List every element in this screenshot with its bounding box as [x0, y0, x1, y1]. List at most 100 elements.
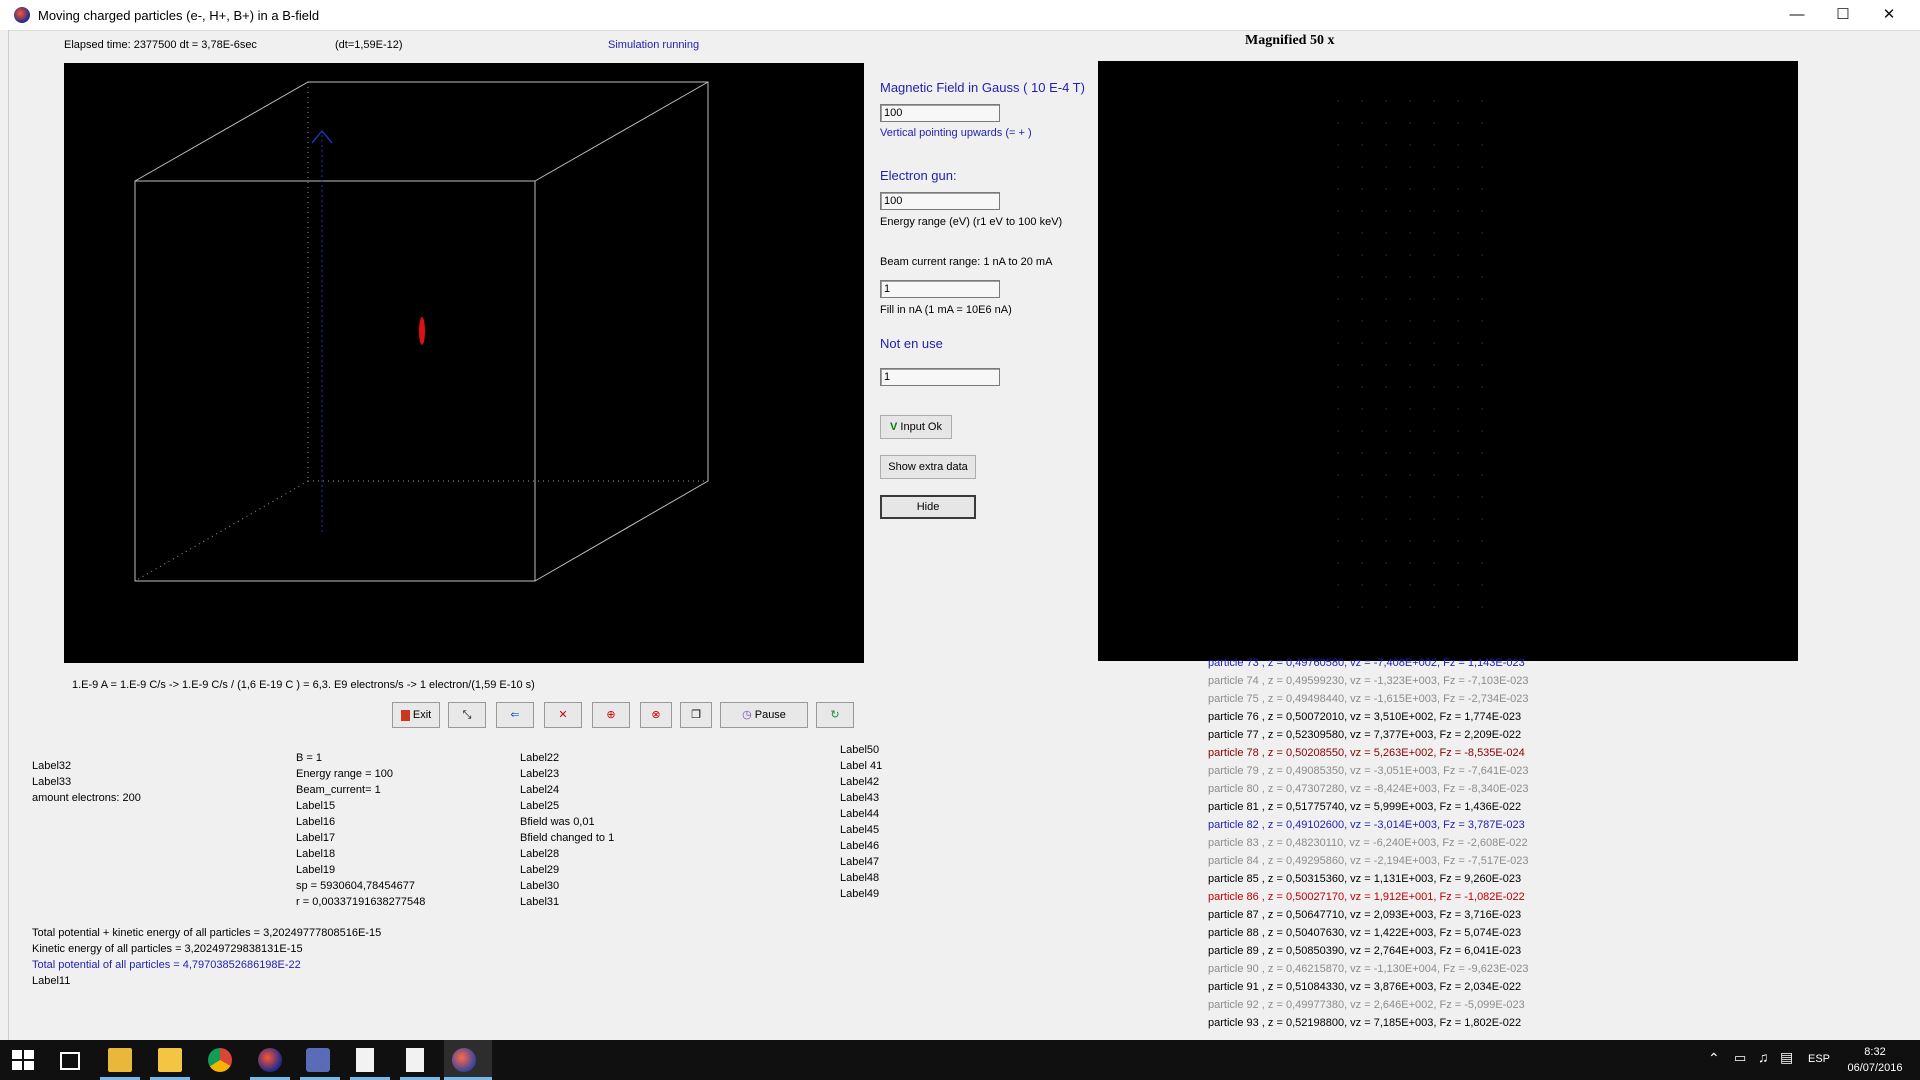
not-in-use-label: Not en use — [880, 336, 943, 351]
energy-input[interactable] — [880, 192, 1000, 210]
language-indicator[interactable]: ESP — [1808, 1053, 1830, 1065]
add-particles-button[interactable]: ⊕ — [592, 702, 630, 728]
electron-gun-label: Electron gun: — [880, 168, 957, 183]
copy-button[interactable]: ❐ — [680, 702, 712, 728]
simulation-3d-view — [64, 63, 864, 663]
input-ok-label: Input Ok — [900, 421, 942, 433]
info-item: Label48 — [840, 872, 880, 884]
chevron-up-icon[interactable]: ⌃ — [1708, 1050, 1720, 1067]
particle-row: particle 76 , z = 0,50072010, vz = 3,510… — [1208, 711, 1522, 723]
check-icon: V — [890, 421, 898, 433]
file-explorer-icon[interactable] — [108, 1048, 132, 1072]
info-item: Label28 — [520, 848, 560, 860]
task-view-icon[interactable] — [60, 1052, 80, 1070]
pause-label: Pause — [754, 709, 786, 721]
delphi-icon[interactable] — [258, 1048, 282, 1072]
magnified-view — [1098, 61, 1798, 661]
bfield-label: Magnetic Field in Gauss ( 10 E-4 T) — [880, 80, 1085, 95]
document-icon[interactable] — [406, 1048, 424, 1072]
info-column-3: Label22 Label23 Label24 Label25 Bfield w… — [520, 750, 614, 910]
info-item: Label22 — [520, 752, 560, 764]
info-item: Label23 — [520, 768, 560, 780]
bfield-note: Vertical pointing upwards (= + ) — [880, 127, 1032, 139]
info-item: Label43 — [840, 792, 880, 804]
particle-cloud — [419, 317, 425, 345]
app-window-icon[interactable] — [306, 1048, 330, 1072]
add-particles-icon: ⊕ — [606, 709, 616, 721]
network-icon[interactable]: ▭ — [1734, 1050, 1746, 1066]
particle-row: particle 91 , z = 0,51084330, vz = 3,876… — [1208, 981, 1522, 993]
refresh-button[interactable]: ↻ — [816, 702, 854, 728]
pause-button[interactable]: ◷ Pause — [720, 702, 808, 728]
info-item: Label18 — [296, 848, 336, 860]
maximize-button[interactable]: ☐ — [1820, 0, 1866, 30]
particle-row: particle 77 , z = 0,52309580, vz = 7,377… — [1208, 729, 1522, 741]
folder-icon[interactable] — [158, 1048, 182, 1072]
particle-row: particle 80 , z = 0,47307280, vz = -8,42… — [1208, 783, 1529, 795]
show-extra-data-button[interactable]: Show extra data — [880, 455, 976, 479]
axes-button[interactable]: ⤡ — [448, 702, 486, 728]
bfield-input[interactable] — [880, 104, 1000, 122]
particle-row: particle 88 , z = 0,50407630, vz = 1,422… — [1208, 927, 1522, 939]
info-item: Label29 — [520, 864, 560, 876]
energy-summary: Total potential + kinetic energy of all … — [32, 925, 381, 989]
simulation-status: Simulation running — [608, 39, 700, 51]
input-ok-button[interactable]: V Input Ok — [880, 415, 952, 439]
left-edge — [0, 30, 9, 1040]
info-item: Label50 — [840, 744, 880, 756]
clock-icon: ◷ — [742, 709, 752, 721]
info-item: Label 41 — [840, 760, 883, 772]
running-app-highlight — [444, 1040, 492, 1080]
beam-current-input[interactable] — [880, 280, 1000, 298]
particle-row: particle 90 , z = 0,46215870, vz = -1,13… — [1208, 963, 1529, 975]
refresh-icon: ↻ — [830, 709, 840, 721]
particle-list[interactable]: particle 73 , z = 0,49760580, vz = -7,40… — [1208, 654, 1668, 1040]
axes-icon: ⤡ — [462, 709, 472, 721]
beam-current-note: Fill in nA (1 mA = 10E6 nA) — [880, 304, 1012, 316]
not-in-use-input[interactable] — [880, 368, 1000, 386]
info-item: Label42 — [840, 776, 880, 788]
copy-icon: ❐ — [691, 709, 701, 721]
particle-row: particle 86 , z = 0,50027170, vz = 1,912… — [1208, 891, 1525, 903]
particle-row: particle 87 , z = 0,50647710, vz = 2,093… — [1208, 909, 1522, 921]
clock-time: 8:32 — [1864, 1046, 1886, 1058]
info-item: Beam_current= 1 — [296, 784, 381, 796]
info-item: Label30 — [520, 880, 560, 892]
clock[interactable]: 8:32 06/07/2016 — [1840, 1044, 1910, 1076]
info-item: Label47 — [840, 856, 880, 868]
particle-row: particle 84 , z = 0,49295860, vz = -2,19… — [1208, 855, 1529, 867]
arrow-left-icon: ⇐ — [510, 709, 520, 721]
info-column-4: Label50 Label 41 Label42 Label43 Label44… — [840, 742, 882, 902]
chrome-icon[interactable] — [208, 1048, 232, 1072]
cube-wireframe — [134, 81, 709, 582]
info-item: Label32 — [32, 760, 72, 772]
exit-label: Exit — [412, 709, 432, 721]
volume-icon[interactable]: ♫ — [1758, 1049, 1769, 1065]
info-item: Label44 — [840, 808, 880, 820]
close-button[interactable]: ✕ — [1866, 0, 1912, 30]
windows-start-icon[interactable] — [12, 1050, 34, 1070]
info-item: Label19 — [296, 864, 336, 876]
particle-row: particle 73 , z = 0,49760580, vz = -7,40… — [1208, 657, 1525, 669]
particle-row: particle 82 , z = 0,49102600, vz = -3,01… — [1208, 819, 1525, 831]
info-item: sp = 5930604,78454677 — [296, 880, 415, 892]
info-item: Label17 — [296, 832, 336, 844]
info-item: Label46 — [840, 840, 880, 852]
info-item: Label15 — [296, 800, 336, 812]
hide-button[interactable]: Hide — [880, 495, 976, 519]
clear-particles-button[interactable]: ⊗ — [640, 702, 672, 728]
info-item: Label33 — [32, 776, 72, 788]
particle-row: particle 74 , z = 0,49599230, vz = -1,32… — [1208, 675, 1529, 687]
particle-row: particle 92 , z = 0,49977380, vz = 2,646… — [1208, 999, 1525, 1011]
minimize-button[interactable]: — — [1774, 0, 1820, 30]
potential-energy: Total potential of all particles = 4,797… — [32, 959, 301, 971]
remove-icon: ✕ — [558, 709, 568, 721]
kinetic-energy: Kinetic energy of all particles = 3,2024… — [32, 943, 303, 955]
particle-row: particle 79 , z = 0,49085350, vz = -3,05… — [1208, 765, 1529, 777]
exit-button[interactable]: Exit — [392, 702, 440, 728]
particle-row: particle 83 , z = 0,48230110, vz = -6,24… — [1208, 837, 1528, 849]
notification-icon[interactable]: ▤ — [1780, 1049, 1793, 1066]
remove-particle-button[interactable]: ✕ — [544, 702, 582, 728]
document-icon[interactable] — [356, 1048, 374, 1072]
back-button[interactable]: ⇐ — [496, 702, 534, 728]
